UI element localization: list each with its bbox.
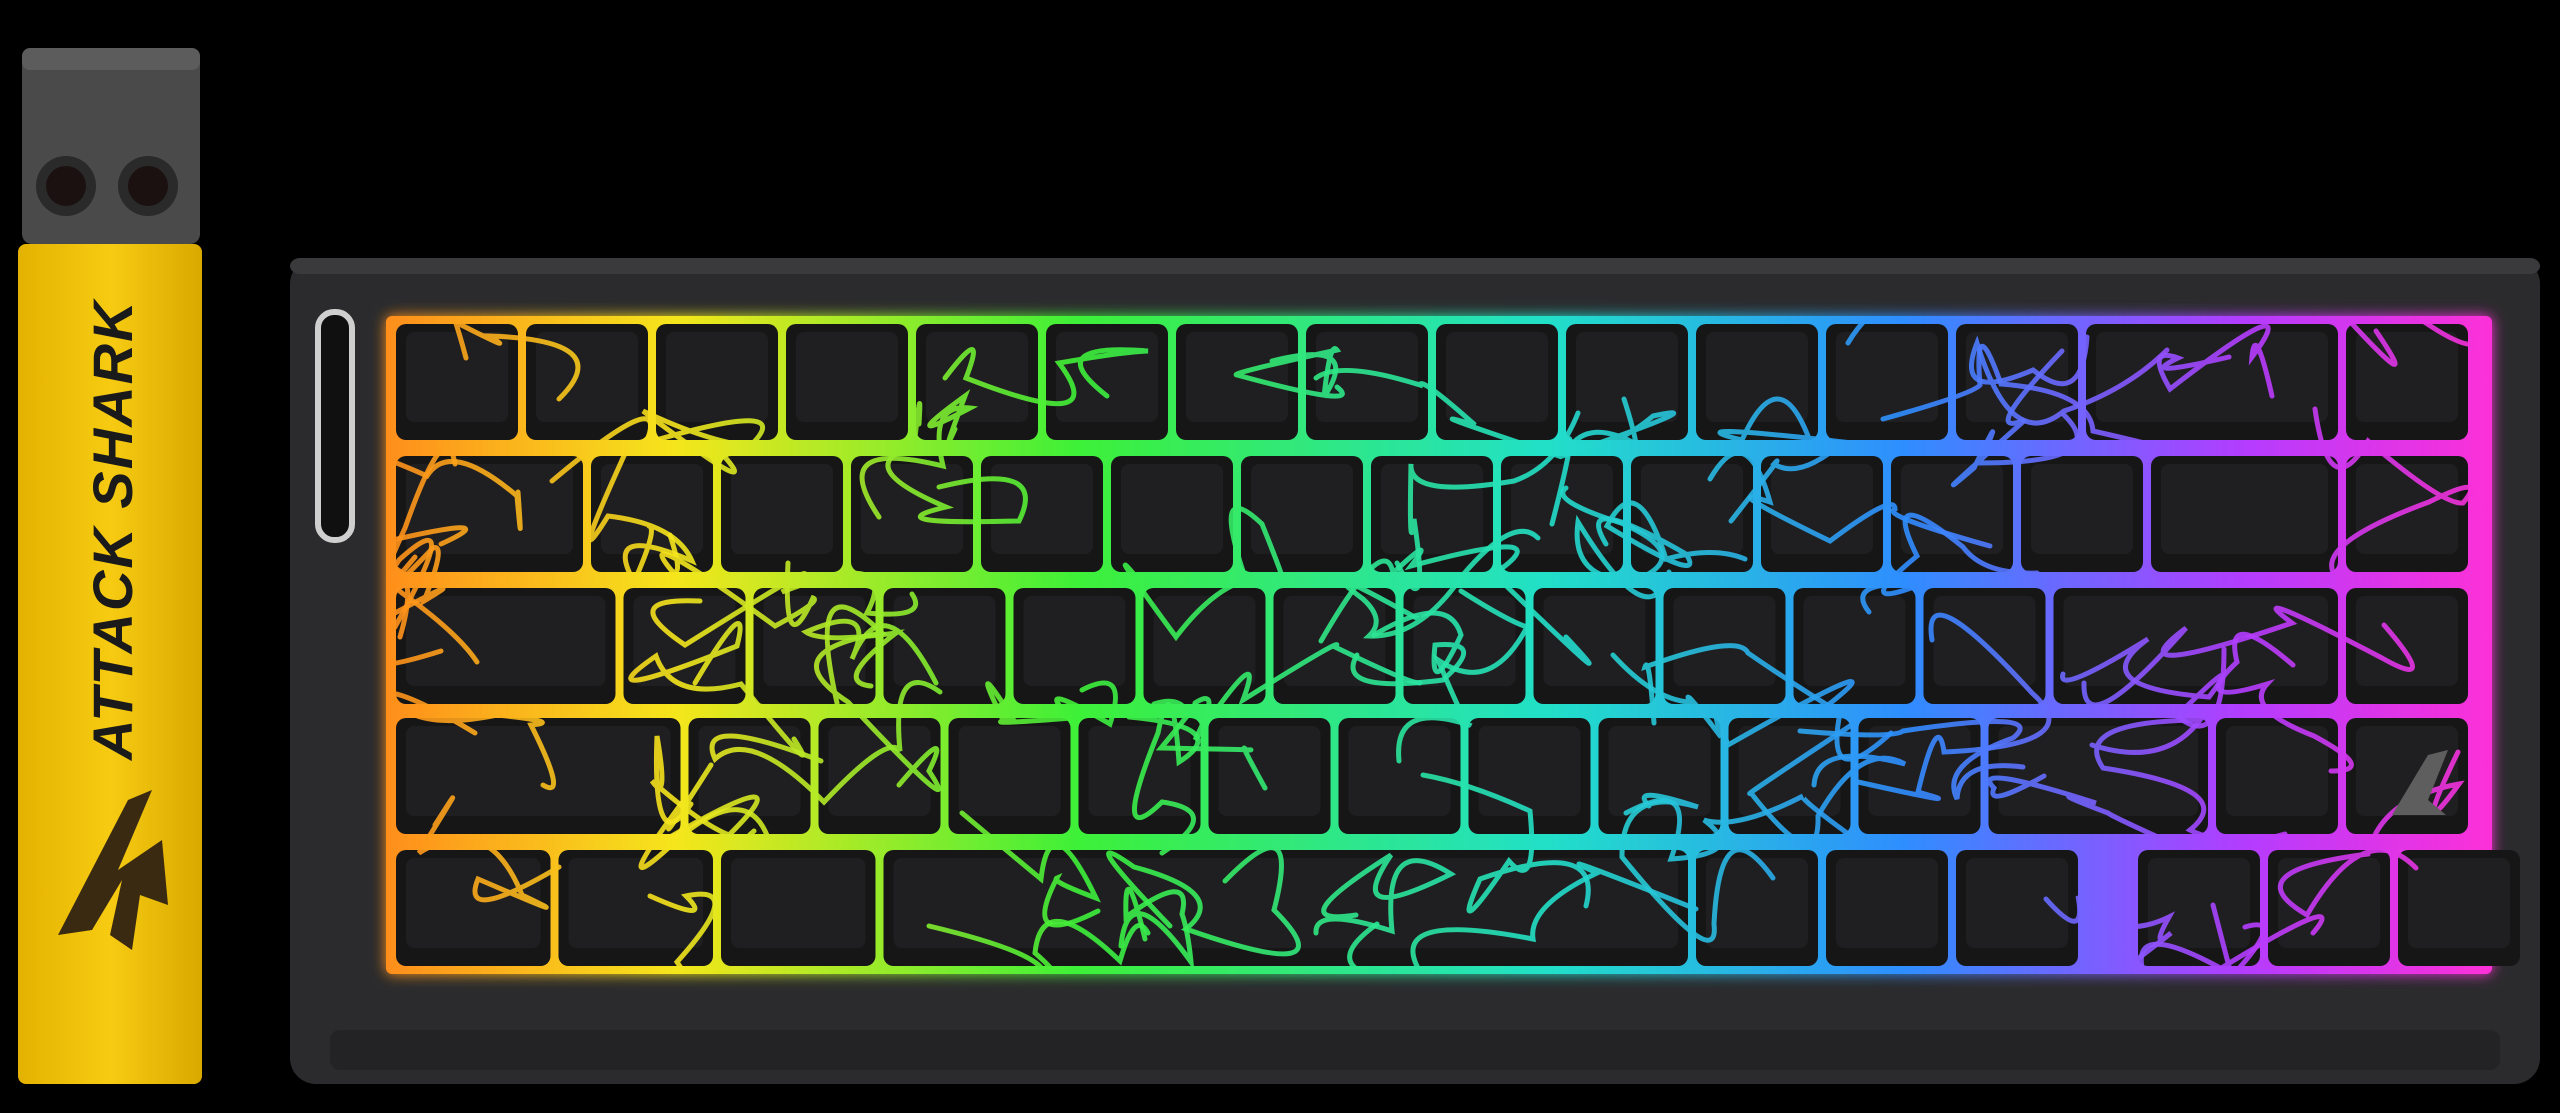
keycap-top	[1381, 464, 1483, 554]
keycap-top	[666, 332, 768, 422]
strap-clip	[22, 48, 200, 244]
keycap-top	[1836, 858, 1938, 948]
keycap-top	[406, 858, 541, 948]
keycap-top	[568, 858, 703, 948]
keycap-top	[958, 726, 1061, 816]
keycap-top	[796, 332, 898, 422]
keycap-top	[406, 332, 508, 422]
keycap-top	[1153, 596, 1256, 686]
keycap-top	[2148, 858, 2250, 948]
keycap-top	[1218, 726, 1321, 816]
keyboard-strap: ATTACK SHARK	[18, 48, 202, 1084]
product-photo: ATTACK SHARK	[18, 48, 2540, 1084]
keycap-top	[1803, 596, 1906, 686]
keycap-top	[926, 332, 1028, 422]
keycap-top	[1121, 464, 1223, 554]
keyboard	[290, 258, 2540, 1084]
keycap-top	[2226, 726, 2328, 816]
keycap-top	[1056, 332, 1158, 422]
keycap-top	[1478, 726, 1581, 816]
case-slot	[315, 309, 355, 543]
keycap-top	[1023, 596, 1126, 686]
keycap-top	[1316, 332, 1418, 422]
keycap-top	[1446, 332, 1548, 422]
keycap-top	[1641, 464, 1743, 554]
keycap-top	[2031, 464, 2133, 554]
keycap-top	[2408, 858, 2510, 948]
keycap-top	[1673, 596, 1776, 686]
keycap-top	[731, 464, 833, 554]
keycap-top	[2356, 596, 2458, 686]
keycap-top	[2161, 464, 2328, 554]
strap-brand-text: ATTACK SHARK	[81, 298, 144, 762]
keycap-top	[731, 858, 866, 948]
keycap-top	[1771, 464, 1873, 554]
keycap-top	[406, 596, 606, 686]
keycap-top	[893, 858, 1678, 948]
